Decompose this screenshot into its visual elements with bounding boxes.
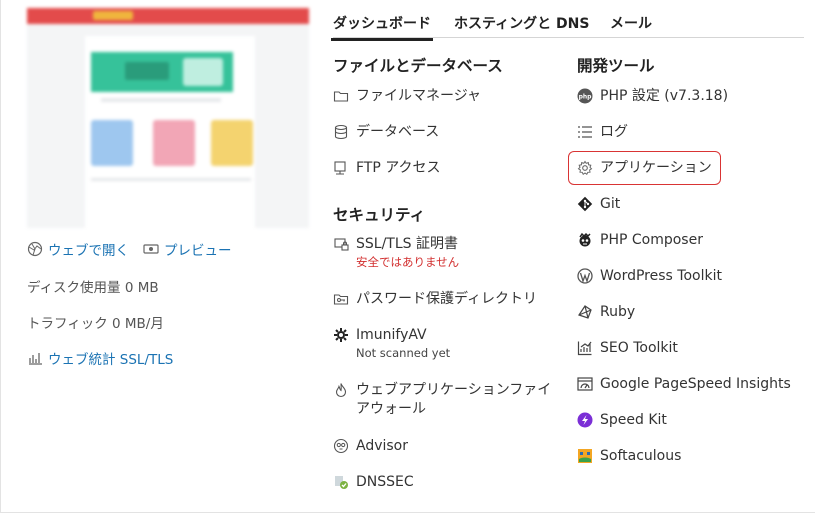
dnssec-icon bbox=[333, 474, 349, 490]
tab-hosting-dns[interactable]: ホスティングと DNS bbox=[454, 13, 589, 33]
security-heading: セキュリティ bbox=[333, 206, 426, 224]
web-app-firewall-item[interactable]: ウェブアプリケーションファイ アウォール bbox=[333, 381, 551, 419]
seo-toolkit-item[interactable]: SEO Toolkit bbox=[577, 339, 678, 358]
advisor-item[interactable]: Advisor bbox=[333, 437, 408, 456]
softaculous-icon bbox=[577, 448, 593, 464]
open-web-link[interactable]: ウェブで開く bbox=[48, 239, 129, 259]
ssl-status: 安全ではありません bbox=[356, 255, 460, 269]
imunifyav-item[interactable]: ImunifyAV Not scanned yet bbox=[333, 326, 450, 361]
site-actions: ウェブで開く プレビュー bbox=[27, 239, 232, 259]
preview-link[interactable]: プレビュー bbox=[164, 239, 232, 259]
wordpress-icon bbox=[577, 268, 593, 284]
ruby-item[interactable]: Ruby bbox=[577, 303, 635, 322]
web-stats-link[interactable]: ウェブ統計 SSL/TLS bbox=[48, 348, 173, 368]
speed-kit-icon bbox=[577, 412, 593, 428]
eye-icon bbox=[143, 241, 159, 257]
applications-item[interactable]: アプリケーション bbox=[577, 159, 712, 178]
php-composer-item[interactable]: PHP Composer bbox=[577, 231, 703, 250]
tab-dashboard[interactable]: ダッシュボード bbox=[331, 13, 433, 41]
ruby-icon bbox=[577, 304, 593, 320]
certificate-lock-icon bbox=[333, 236, 349, 252]
wordpress-toolkit-item[interactable]: WordPress Toolkit bbox=[577, 267, 722, 286]
dnssec-item[interactable]: DNSSEC bbox=[333, 473, 414, 492]
ftp-icon bbox=[333, 160, 349, 176]
ssl-certificates-item[interactable]: SSL/TLS 証明書 安全ではありません bbox=[333, 235, 459, 270]
flame-icon bbox=[333, 382, 349, 398]
disk-usage: ディスク使用量 0 MB bbox=[27, 280, 159, 296]
speed-kit-item[interactable]: Speed Kit bbox=[577, 411, 667, 430]
git-icon bbox=[577, 196, 593, 212]
php-settings-item[interactable]: php PHP 設定 (v7.3.18) bbox=[577, 87, 728, 106]
bar-chart-icon bbox=[27, 350, 43, 366]
logs-item[interactable]: ログ bbox=[577, 123, 628, 142]
dev-tools-heading: 開発ツール bbox=[577, 57, 655, 75]
imunify-status: Not scanned yet bbox=[356, 346, 451, 360]
globe-icon bbox=[27, 241, 43, 257]
advisor-owl-icon bbox=[333, 438, 349, 454]
tab-mail[interactable]: メール bbox=[610, 13, 652, 33]
git-item[interactable]: Git bbox=[577, 195, 620, 214]
folder-icon bbox=[333, 88, 349, 104]
seo-chart-icon bbox=[577, 340, 593, 356]
ftp-access-item[interactable]: FTP アクセス bbox=[333, 159, 441, 178]
imunify-gear-icon bbox=[333, 327, 349, 343]
database-item[interactable]: データベース bbox=[333, 123, 439, 142]
key-folder-icon bbox=[333, 291, 349, 307]
web-stats-row: ウェブ統計 SSL/TLS bbox=[27, 348, 173, 368]
google-pagespeed-item[interactable]: Google PageSpeed Insights bbox=[577, 375, 791, 394]
traffic: トラフィック 0 MB/月 bbox=[27, 316, 164, 332]
password-protected-dirs-item[interactable]: パスワード保護ディレクトリ bbox=[333, 290, 537, 309]
svg-text:php: php bbox=[579, 94, 593, 101]
softaculous-item[interactable]: Softaculous bbox=[577, 447, 681, 466]
log-icon bbox=[577, 124, 593, 140]
pagespeed-icon bbox=[577, 376, 593, 392]
site-preview-thumbnail[interactable] bbox=[27, 8, 309, 228]
file-manager-item[interactable]: ファイルマネージャ bbox=[333, 87, 481, 106]
php-icon: php bbox=[577, 88, 593, 104]
files-db-heading: ファイルとデータベース bbox=[333, 57, 503, 75]
composer-icon bbox=[577, 232, 593, 248]
database-icon bbox=[333, 124, 349, 140]
tab-bar: ダッシュボード ホスティングと DNS メール bbox=[331, 0, 804, 41]
gear-icon bbox=[577, 160, 593, 176]
